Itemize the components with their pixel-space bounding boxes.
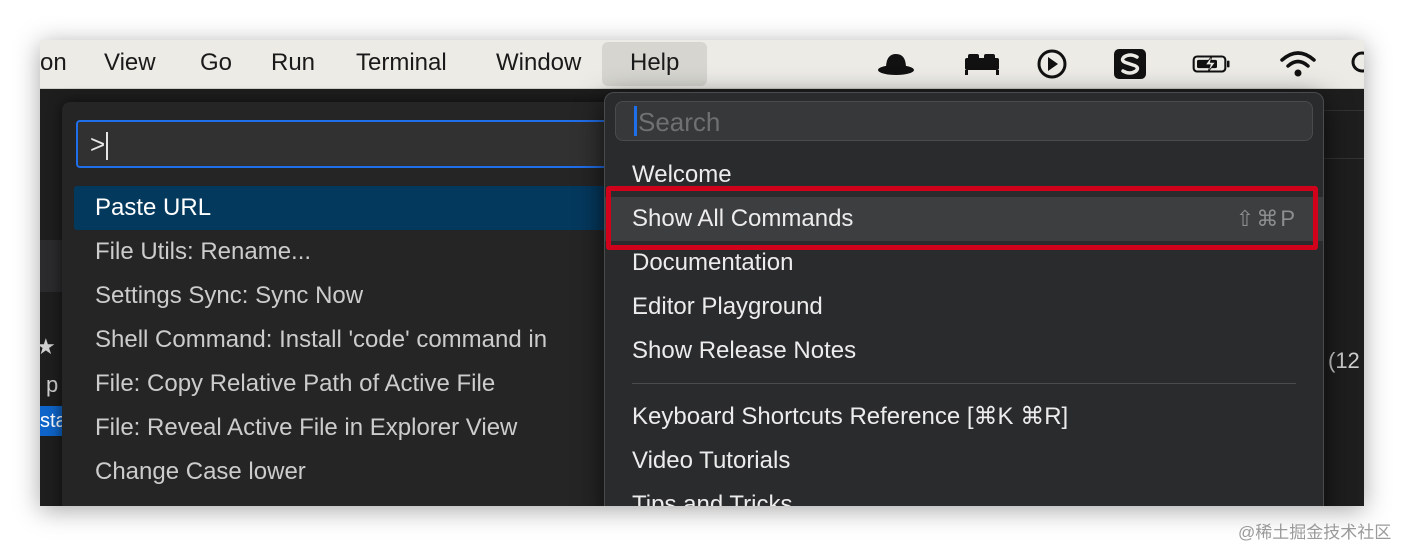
help-item-video-tutorials[interactable]: Video Tutorials [605, 439, 1323, 483]
play-circle-icon[interactable] [1032, 48, 1072, 80]
incognito-hat-icon[interactable] [876, 48, 916, 80]
command-item-reveal-in-explorer[interactable]: File: Reveal Active File in Explorer Vie… [74, 406, 674, 450]
watermark: @稀土掘金技术社区 [1238, 523, 1392, 542]
command-palette: > Paste URL File Utils: Rename... Settin… [62, 102, 682, 506]
menu-item-help[interactable]: Help [602, 42, 708, 86]
command-list: Paste URL File Utils: Rename... Settings… [74, 186, 674, 494]
command-palette-input[interactable]: > [76, 120, 636, 168]
star-fragment: ★ [40, 334, 56, 359]
command-item-shell-command[interactable]: Shell Command: Install 'code' command in [74, 318, 674, 362]
menu-item-view[interactable]: View [104, 40, 156, 88]
text-caret [106, 132, 109, 161]
bed-icon[interactable] [962, 48, 1002, 80]
menu-item-label: Video Tutorials [632, 447, 791, 474]
menu-item-label: Tips and Tricks [632, 491, 793, 506]
background-count-text: (12 [1328, 348, 1360, 373]
divider [1320, 158, 1364, 159]
menu-item-label: Keyboard Shortcuts Reference [⌘K ⌘R] [632, 403, 1069, 430]
command-item-change-case-lower[interactable]: Change Case lower [74, 450, 674, 494]
help-menu-dropdown: Search Welcome Show All Commands ⇧⌘P Docu… [604, 92, 1324, 506]
sogou-input-icon[interactable] [1110, 48, 1150, 80]
divider [1320, 110, 1364, 111]
menu-item-window[interactable]: Window [496, 40, 581, 88]
menu-item-go[interactable]: Go [200, 40, 232, 88]
wifi-icon[interactable] [1278, 48, 1318, 80]
menu-item-label: Editor Playground [632, 293, 823, 320]
text-caret [634, 106, 637, 136]
menu-item-terminal[interactable]: Terminal [356, 40, 447, 88]
screenshot-frame: on View Go Run Terminal Window Help ★ p … [40, 40, 1364, 506]
help-item-tips-and-tricks[interactable]: Tips and Tricks [605, 483, 1323, 506]
highlight-annotation-box [606, 186, 1318, 250]
menu-item-label: Show Release Notes [632, 337, 857, 364]
menu-separator [632, 383, 1296, 384]
menu-item-selection[interactable]: on [40, 40, 67, 88]
command-input-value: > [90, 129, 106, 159]
install-badge-fragment[interactable]: sta [40, 406, 64, 436]
help-item-editor-playground[interactable]: Editor Playground [605, 285, 1323, 329]
help-search-placeholder: Search [638, 107, 721, 137]
command-item-paste-url[interactable]: Paste URL [74, 186, 674, 230]
menu-item-run[interactable]: Run [271, 40, 315, 88]
command-item-copy-relative-path[interactable]: File: Copy Relative Path of Active File [74, 362, 674, 406]
macos-menu-bar: on View Go Run Terminal Window Help [40, 40, 1364, 89]
help-search-input[interactable]: Search [615, 101, 1313, 141]
editor-side-strip [40, 240, 64, 292]
help-item-keyboard-shortcuts-reference[interactable]: Keyboard Shortcuts Reference [⌘K ⌘R] [605, 395, 1323, 439]
text-fragment: p [46, 372, 59, 397]
battery-charging-icon[interactable] [1192, 48, 1232, 80]
command-item-file-utils-rename[interactable]: File Utils: Rename... [74, 230, 674, 274]
help-item-release-notes[interactable]: Show Release Notes [605, 329, 1323, 373]
command-item-settings-sync[interactable]: Settings Sync: Sync Now [74, 274, 674, 318]
search-icon[interactable] [1346, 48, 1364, 80]
